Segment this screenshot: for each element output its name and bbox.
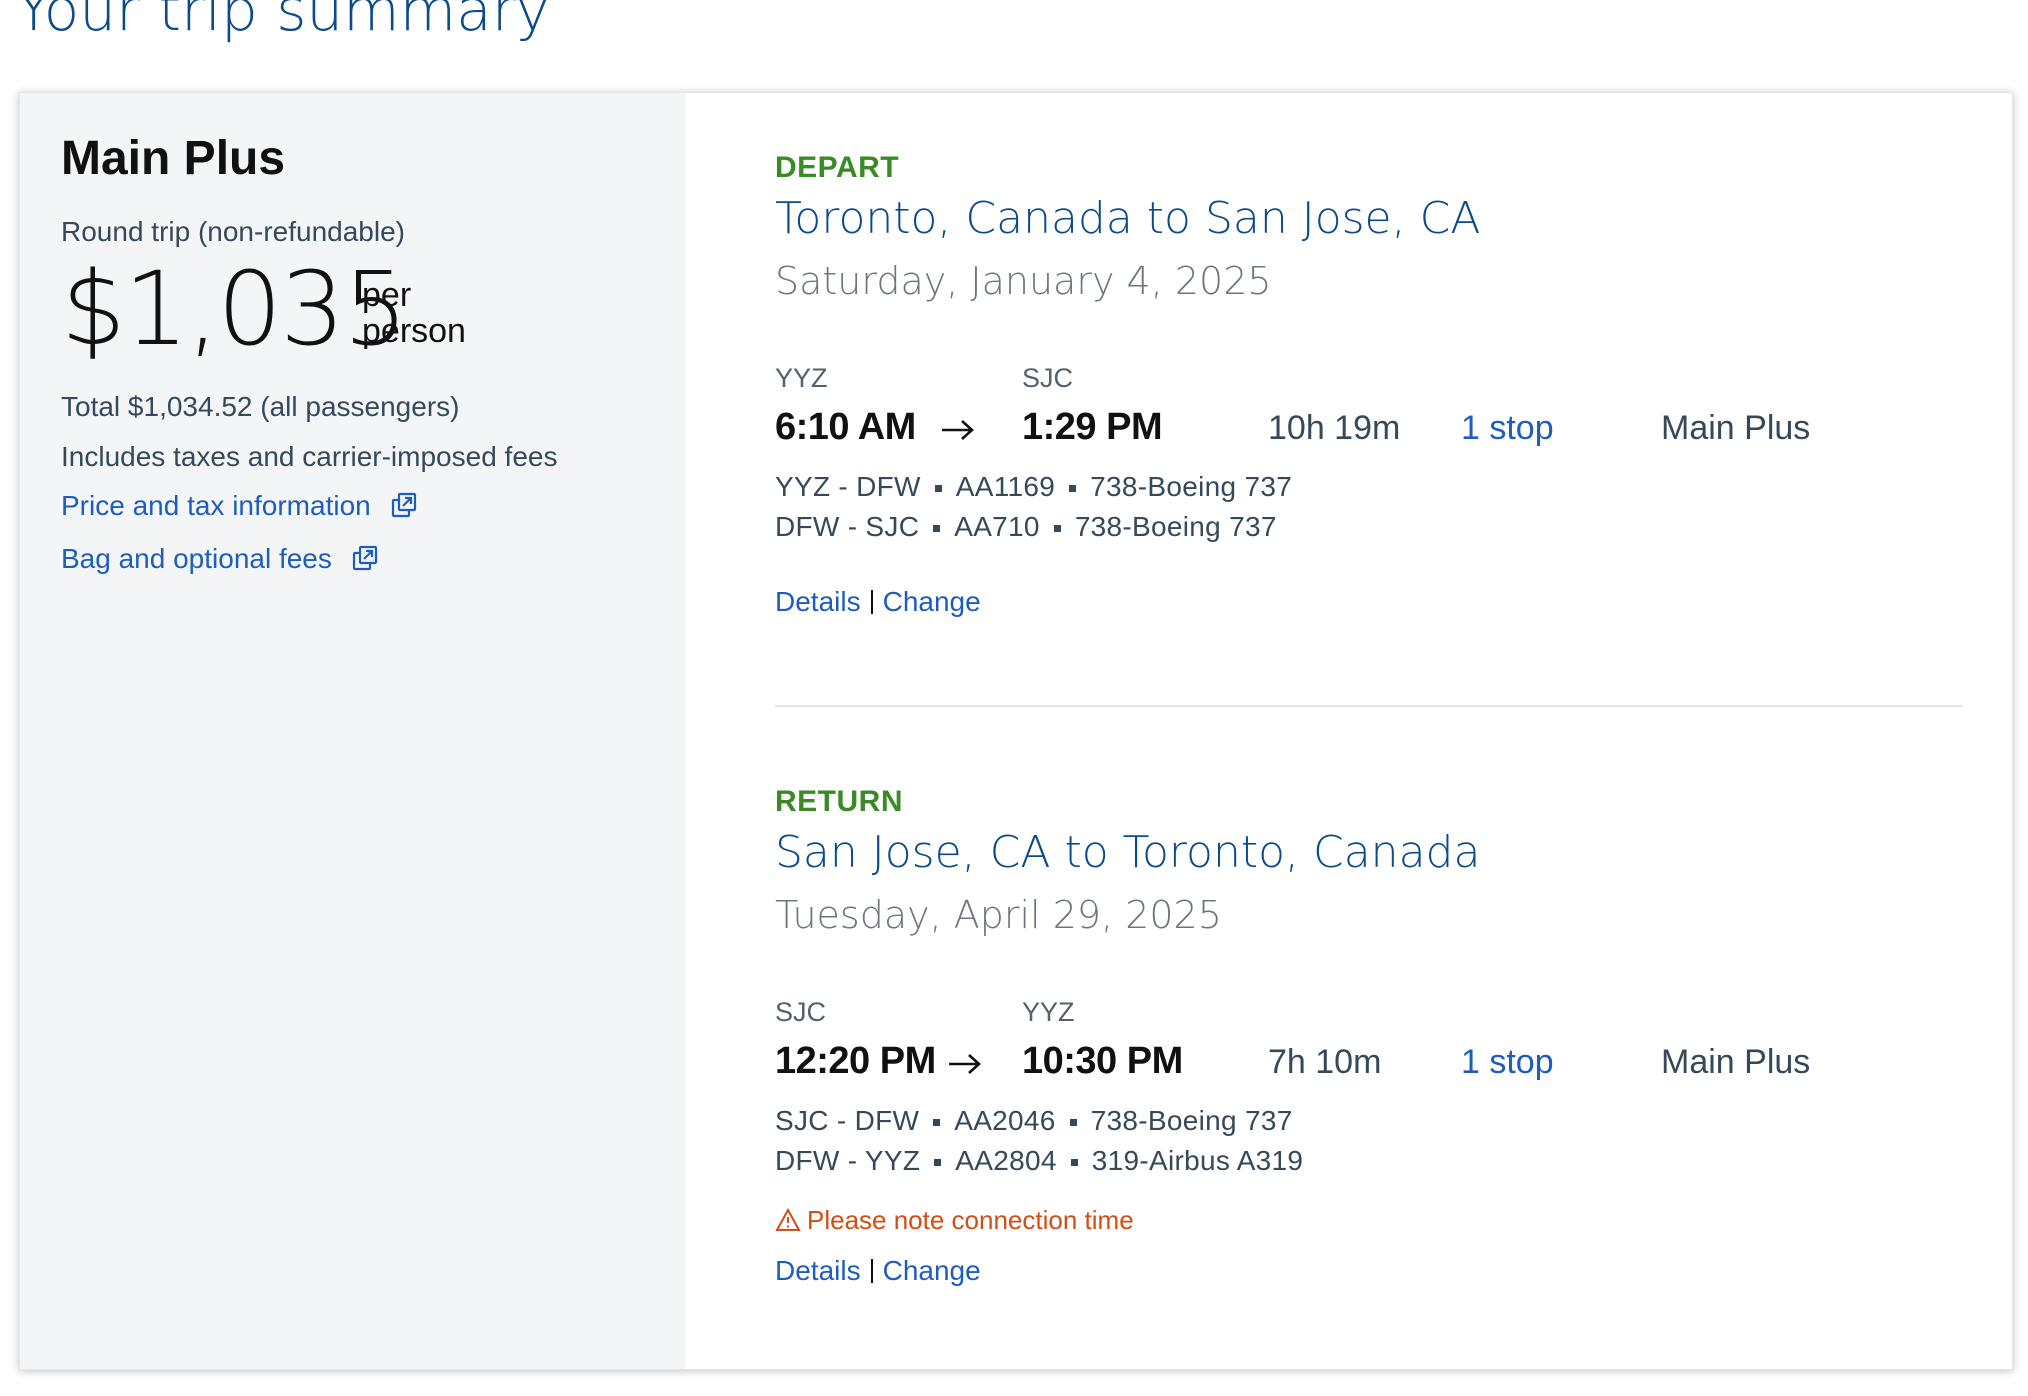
bag-optional-fees-label: Bag and optional fees [61,543,332,574]
separator-dot [1053,525,1061,532]
price-amount: $1,035 [61,250,408,369]
segment-row: DFW - SJC AA710 738-Boeing 737 [775,511,1277,543]
arrive-time: 10:30 PM [1022,1040,1183,1082]
flight-number: AA2804 [955,1145,1057,1176]
total-price: Total $1,034.52 (all passengers) [61,391,460,422]
cabin-class: Main Plus [1661,409,1811,447]
depart-time: 12:20 PM [775,1040,936,1082]
segment-route: YYZ - DFW [775,471,921,502]
flight-number: AA710 [954,511,1040,542]
separator-dot [934,1159,942,1166]
price-panel: Main Plus Round trip (non-refundable) $1… [20,93,685,1369]
flight-number: AA1169 [955,471,1056,502]
destination-code: SJC [1022,363,1074,393]
aircraft: 319-Airbus A319 [1091,1145,1304,1176]
stops-link[interactable]: 1 stop [1461,409,1554,448]
external-link-icon [352,545,377,571]
segment-row: YYZ - DFW AA1169 738-Boeing 737 [775,471,1292,503]
stops-link[interactable]: 1 stop [1461,1043,1554,1082]
travel-date: Saturday, January 4, 2025 [775,259,1272,303]
change-link[interactable]: Change [883,586,981,617]
itinerary: DEPART Toronto, Canada to San Jose, CA S… [685,93,2014,1369]
route-title: San Jose, CA to Toronto, Canada [775,827,1481,878]
arrow-right-icon [942,420,974,440]
per-person-label: per person [362,276,466,350]
segment-route: DFW - YYZ [775,1145,921,1176]
fare-name: Main Plus [61,132,286,185]
warning-icon [775,1208,801,1231]
connection-warning: Please note connection time [775,1205,1134,1236]
separator-dot [1070,1159,1078,1166]
destination-code: YYZ [1022,997,1075,1027]
change-link[interactable]: Change [883,1255,981,1286]
direction-label: RETURN [775,785,903,818]
separator-dot [1069,485,1077,492]
aircraft: 738-Boeing 737 [1074,511,1277,542]
segment-row: DFW - YYZ AA2804 319-Airbus A319 [775,1145,1303,1177]
arrive-time: 1:29 PM [1022,406,1163,448]
slice-divider [775,705,1963,707]
price-tax-info-link[interactable]: Price and tax information [61,490,417,522]
travel-date: Tuesday, April 29, 2025 [775,893,1222,937]
origin-code: SJC [775,997,827,1027]
flight-duration: 10h 19m [1268,409,1401,447]
arrow-right-icon [949,1054,981,1074]
cabin-class: Main Plus [1661,1043,1811,1081]
connection-warning-text: Please note connection time [807,1205,1134,1235]
depart-time: 6:10 AM [775,406,916,448]
aircraft: 738-Boeing 737 [1090,471,1293,502]
flight-duration: 7h 10m [1268,1043,1382,1081]
separator-dot [934,485,942,492]
separator-dot [933,525,941,532]
price-tax-info-label: Price and tax information [61,490,371,521]
trip-type: Round trip (non-refundable) [61,216,405,247]
bag-optional-fees-link[interactable]: Bag and optional fees [61,543,378,575]
segment-row: SJC - DFW AA2046 738-Boeing 737 [775,1105,1293,1137]
divider-bar [870,1259,873,1283]
trip-summary-card: Main Plus Round trip (non-refundable) $1… [19,92,2013,1370]
separator-dot [933,1119,941,1126]
origin-code: YYZ [775,363,828,393]
segment-route: DFW - SJC [775,511,920,542]
details-link[interactable]: Details [775,586,861,617]
slice-actions: Details Change [775,586,981,618]
includes-taxes-note: Includes taxes and carrier-imposed fees [61,441,558,472]
slice-actions: Details Change [775,1255,981,1287]
aircraft: 738-Boeing 737 [1090,1105,1293,1136]
segment-route: SJC - DFW [775,1105,920,1136]
direction-label: DEPART [775,151,900,184]
route-title: Toronto, Canada to San Jose, CA [775,193,1481,244]
page-title: Your trip summary [16,0,550,44]
separator-dot [1069,1119,1077,1126]
divider-bar [870,590,873,614]
details-link[interactable]: Details [775,1255,861,1286]
flight-number: AA2046 [954,1105,1056,1136]
external-link-icon [391,492,416,518]
